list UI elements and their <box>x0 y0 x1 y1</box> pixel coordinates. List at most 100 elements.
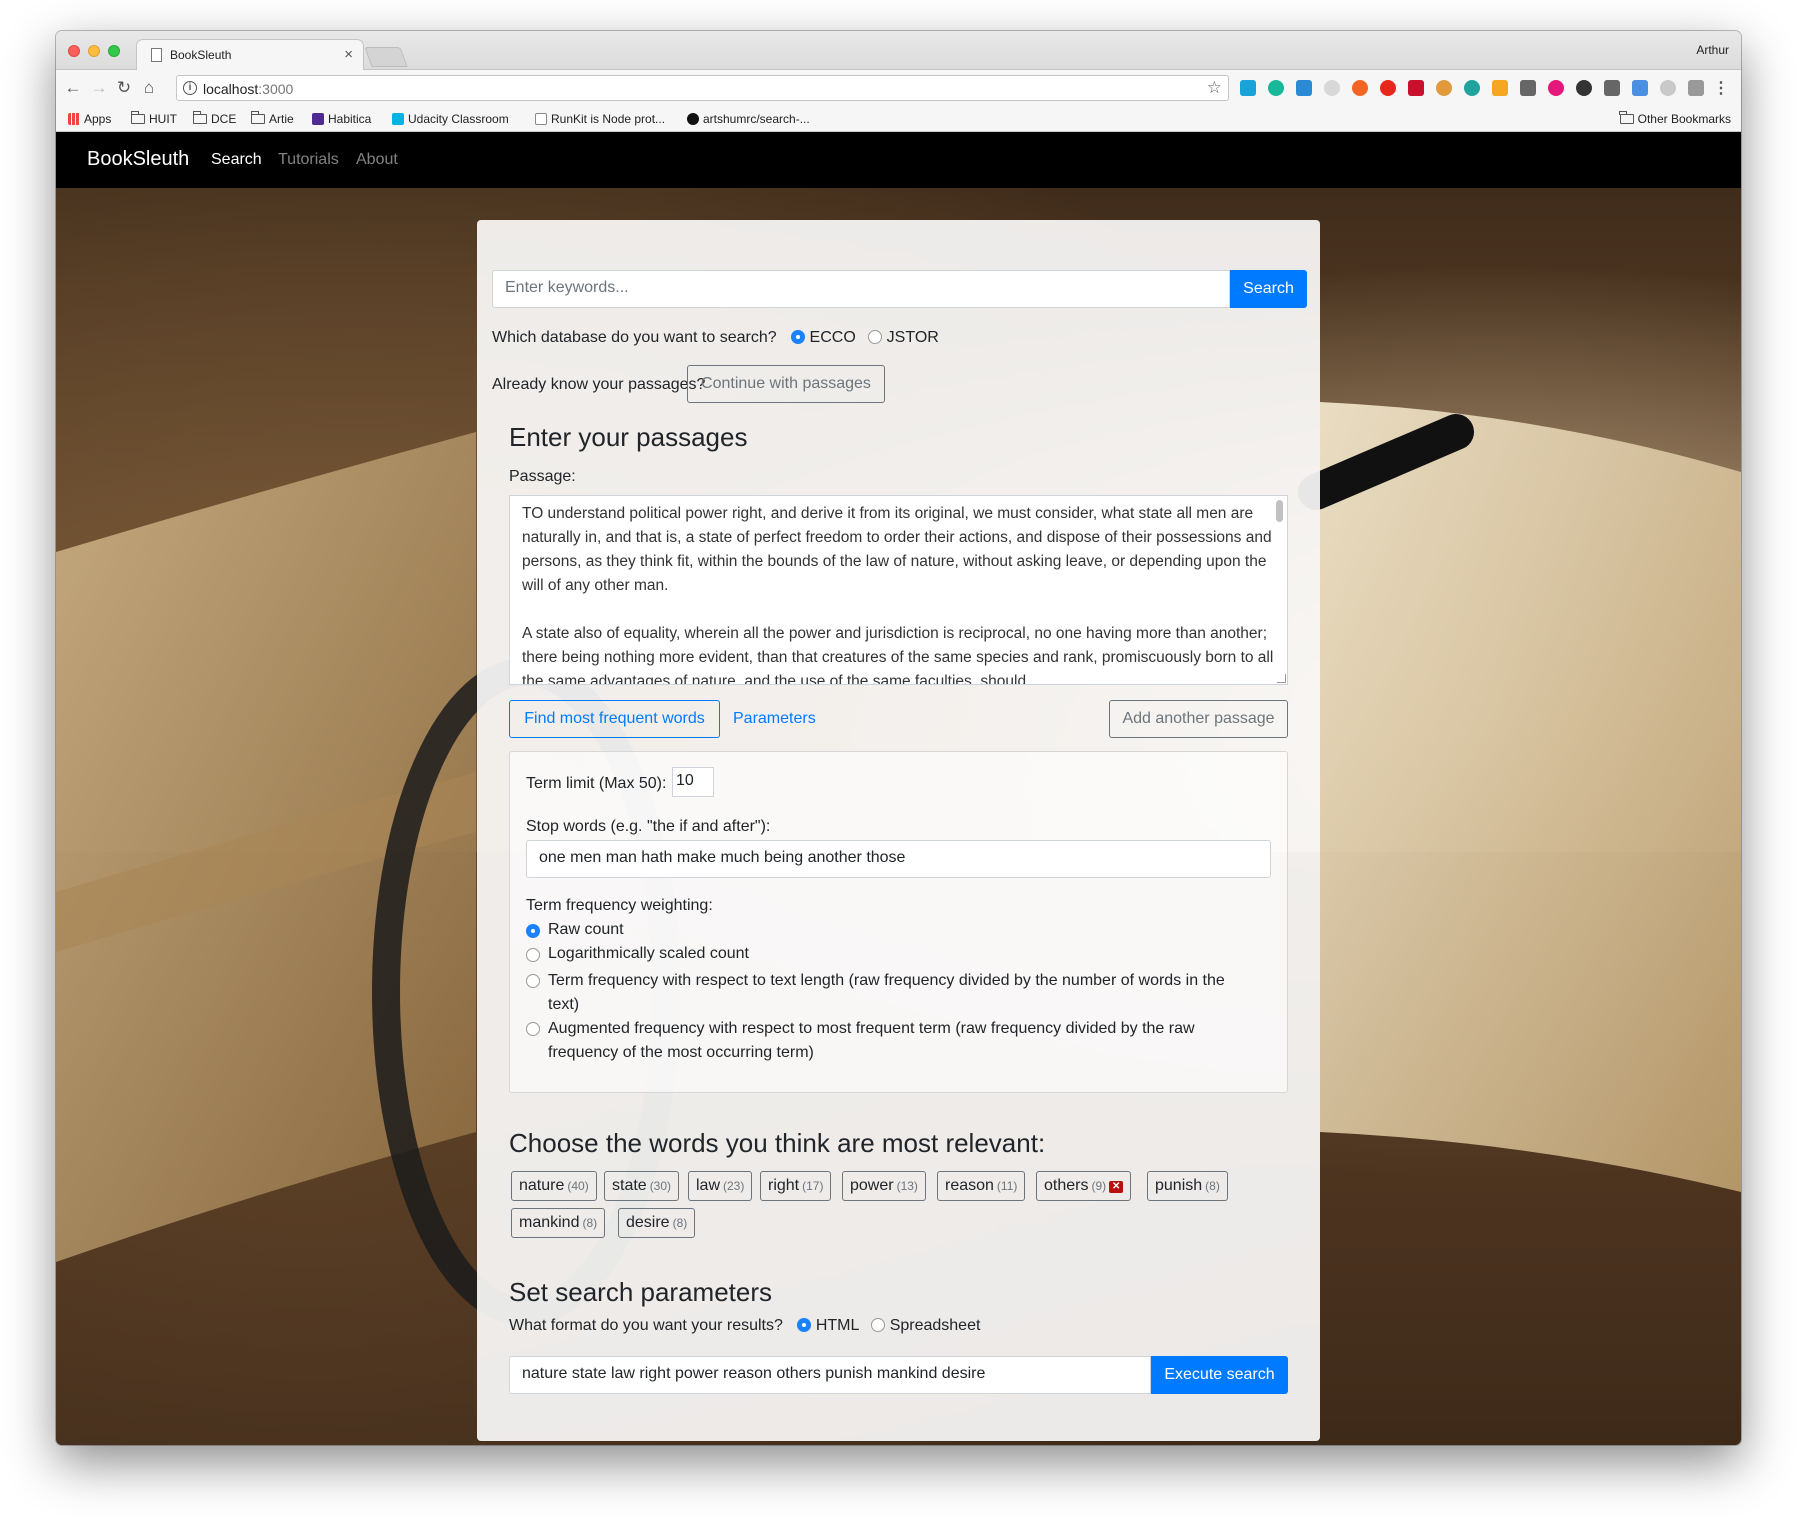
word-chip[interactable]: nature (40) <box>511 1171 597 1201</box>
radio-unselected-icon[interactable] <box>868 330 883 344</box>
word-chip[interactable]: mankind (8) <box>511 1208 606 1238</box>
folder-icon <box>130 111 145 124</box>
tab-close-icon[interactable]: × <box>344 46 353 63</box>
extension-icon[interactable] <box>1464 80 1480 96</box>
extension-icon[interactable] <box>1660 80 1676 96</box>
word-chip[interactable]: punish (8) <box>1147 1171 1228 1201</box>
search-parameters-heading: Set search parameters <box>509 1277 773 1307</box>
radio-html[interactable]: HTML <box>797 1317 859 1334</box>
term-limit-input[interactable]: 10 <box>672 767 714 797</box>
bookmark-star-icon[interactable]: ☆ <box>1207 78 1222 98</box>
weighting-raw-count[interactable]: Raw count <box>526 921 624 939</box>
search-button[interactable]: Search <box>1230 270 1307 308</box>
parameters-link[interactable]: Parameters <box>733 710 816 728</box>
extension-icon[interactable] <box>1240 80 1256 96</box>
word-chip[interactable]: law (23) <box>688 1171 753 1201</box>
execute-search-button[interactable]: Execute search <box>1151 1356 1288 1394</box>
find-frequent-words-button[interactable]: Find most frequent words <box>509 700 720 738</box>
radio-unselected-icon[interactable] <box>526 1022 540 1036</box>
browser-tab[interactable]: BookSleuth × <box>136 39 364 70</box>
runkit-icon <box>535 113 547 125</box>
bookmark-artie[interactable]: Artie <box>250 111 294 126</box>
stop-words-input[interactable]: one men man hath make much being another… <box>526 840 1271 878</box>
bookmark-udacity[interactable]: Udacity Classroom <box>392 112 509 126</box>
weighting-log-scaled[interactable]: Logarithmically scaled count <box>526 945 749 963</box>
relevant-words-heading: Choose the words you think are most rele… <box>509 1128 1046 1158</box>
forward-icon[interactable]: → <box>89 78 109 98</box>
new-tab-button[interactable] <box>364 47 408 67</box>
minimize-window-button[interactable] <box>88 45 100 57</box>
extension-icon[interactable] <box>1576 80 1592 96</box>
continue-with-passages-button[interactable]: Continue with passages <box>687 365 885 403</box>
word-chip[interactable]: others (9) ✕ <box>1036 1171 1132 1201</box>
radio-spreadsheet[interactable]: Spreadsheet <box>871 1317 980 1334</box>
folder-icon <box>1619 111 1634 124</box>
bookmark-github[interactable]: artshumrc/search-... <box>687 112 810 126</box>
extension-icon[interactable] <box>1268 80 1284 96</box>
radio-jstor[interactable]: JSTOR <box>868 329 939 346</box>
reload-icon[interactable]: ↻ <box>114 78 134 98</box>
passages-heading: Enter your passages <box>509 422 748 452</box>
extension-icon[interactable] <box>1296 80 1312 96</box>
back-icon[interactable]: ← <box>63 78 83 98</box>
extension-icon[interactable] <box>1408 80 1424 96</box>
info-icon[interactable]: i <box>183 81 197 95</box>
word-chip[interactable]: reason (11) <box>937 1171 1026 1201</box>
keyword-search-input[interactable]: Enter keywords... <box>492 270 1230 308</box>
nav-search[interactable]: Search <box>211 151 262 169</box>
extension-icon[interactable] <box>1604 80 1620 96</box>
extension-icon[interactable] <box>1688 80 1704 96</box>
word-chip[interactable]: right (17) <box>760 1171 832 1201</box>
bookmark-other[interactable]: Other Bookmarks <box>1619 111 1731 126</box>
resize-handle[interactable] <box>1277 674 1286 683</box>
textarea-scrollbar[interactable] <box>1276 500 1283 522</box>
extension-icon[interactable] <box>1492 80 1508 96</box>
github-icon <box>687 113 699 125</box>
extension-icon[interactable] <box>1436 80 1452 96</box>
close-window-button[interactable] <box>68 45 80 57</box>
main-card: Enter keywords... Search Which database … <box>477 220 1320 1441</box>
address-bar[interactable]: i localhost:3000 ☆ <box>176 75 1229 101</box>
bookmark-huit[interactable]: HUIT <box>130 111 177 126</box>
menu-icon[interactable]: ⋮ <box>1713 78 1729 98</box>
radio-selected-icon[interactable] <box>526 924 540 938</box>
radio-selected-icon[interactable] <box>791 330 806 344</box>
folder-icon <box>250 111 265 124</box>
word-chip[interactable]: desire (8) <box>618 1208 696 1238</box>
extension-icon[interactable] <box>1632 80 1648 96</box>
profile-name[interactable]: Arthur <box>1696 43 1729 57</box>
habitica-icon <box>312 113 324 125</box>
home-icon[interactable]: ⌂ <box>139 78 159 98</box>
radio-ecco[interactable]: ECCO <box>791 329 856 346</box>
udacity-icon <box>392 113 404 125</box>
weighting-term-frequency[interactable]: Term frequency with respect to text leng… <box>526 969 1225 1017</box>
nav-tutorials[interactable]: Tutorials <box>278 151 339 169</box>
remove-word-icon[interactable]: ✕ <box>1109 1181 1124 1193</box>
term-limit-label: Term limit (Max 50): <box>526 775 667 792</box>
nav-about[interactable]: About <box>356 151 398 169</box>
bookmark-habitica[interactable]: Habitica <box>312 112 371 126</box>
extension-icon[interactable] <box>1324 80 1340 96</box>
extension-icon[interactable] <box>1520 80 1536 96</box>
zoom-window-button[interactable] <box>108 45 120 57</box>
extension-icon[interactable] <box>1380 80 1396 96</box>
radio-unselected-icon[interactable] <box>526 974 540 988</box>
page-content: BookSleuth Search Tutorials About Enter … <box>56 132 1741 1445</box>
extension-icon[interactable] <box>1352 80 1368 96</box>
weighting-label: Term frequency weighting: <box>526 897 713 914</box>
add-passage-button[interactable]: Add another passage <box>1109 700 1288 738</box>
radio-unselected-icon[interactable] <box>526 948 540 962</box>
brand-logo[interactable]: BookSleuth <box>87 148 189 171</box>
bookmark-dce[interactable]: DCE <box>192 111 236 126</box>
extension-icon[interactable] <box>1548 80 1564 96</box>
query-input[interactable]: nature state law right power reason othe… <box>509 1356 1151 1394</box>
radio-unselected-icon[interactable] <box>871 1318 886 1332</box>
word-chip[interactable]: power (13) <box>842 1171 926 1201</box>
radio-selected-icon[interactable] <box>797 1318 812 1332</box>
page-icon <box>151 48 162 62</box>
bookmark-runkit[interactable]: RunKit is Node prot... <box>535 112 665 126</box>
weighting-augmented[interactable]: Augmented frequency with respect to most… <box>526 1017 1195 1065</box>
word-chip[interactable]: state (30) <box>604 1171 680 1201</box>
bookmark-apps[interactable]: Apps <box>68 112 111 126</box>
passage-textarea[interactable]: TO understand political power right, and… <box>509 495 1288 685</box>
